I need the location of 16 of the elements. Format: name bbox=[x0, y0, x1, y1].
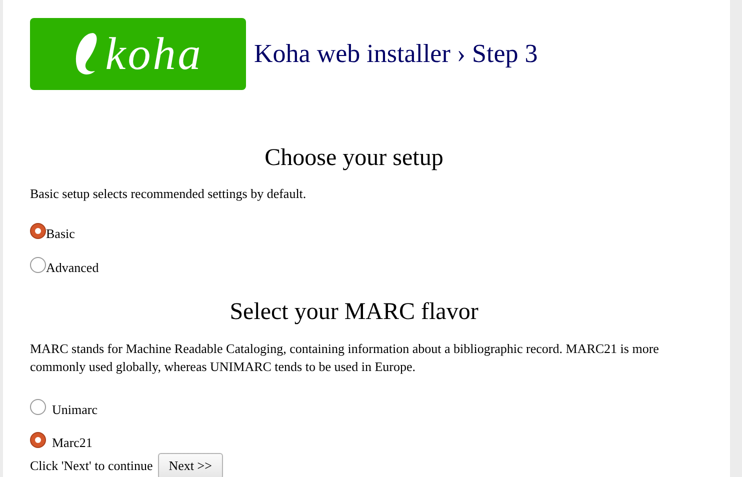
setup-description: Basic setup selects recommended settings by default. bbox=[30, 186, 308, 202]
radio-button[interactable] bbox=[30, 432, 46, 448]
option-label: Advanced bbox=[46, 260, 99, 276]
section-heading: Choose your setup bbox=[264, 146, 444, 170]
marc-description: MARC stands for Machine Readable Cataloging, containing information about a bibliographic record. MARC21 is more commonly used globally, whereas UNIMARC tends to be used in Europe. bbox=[30, 340, 660, 376]
option-label: Marc21 bbox=[52, 435, 92, 451]
section-heading: Select your MARC flavor bbox=[228, 300, 480, 324]
radio-button[interactable] bbox=[30, 257, 46, 273]
page-title: Koha web installer › Step 3 bbox=[254, 41, 538, 67]
option-label: Unimarc bbox=[52, 402, 98, 418]
radio-button[interactable] bbox=[30, 399, 46, 415]
logo-text: koha bbox=[105, 31, 203, 77]
continue-prompt: Click 'Next' to continue bbox=[30, 458, 153, 474]
option-label: Basic bbox=[46, 226, 75, 242]
radio-button[interactable] bbox=[30, 223, 46, 239]
next-button[interactable]: Next >> bbox=[158, 453, 223, 477]
